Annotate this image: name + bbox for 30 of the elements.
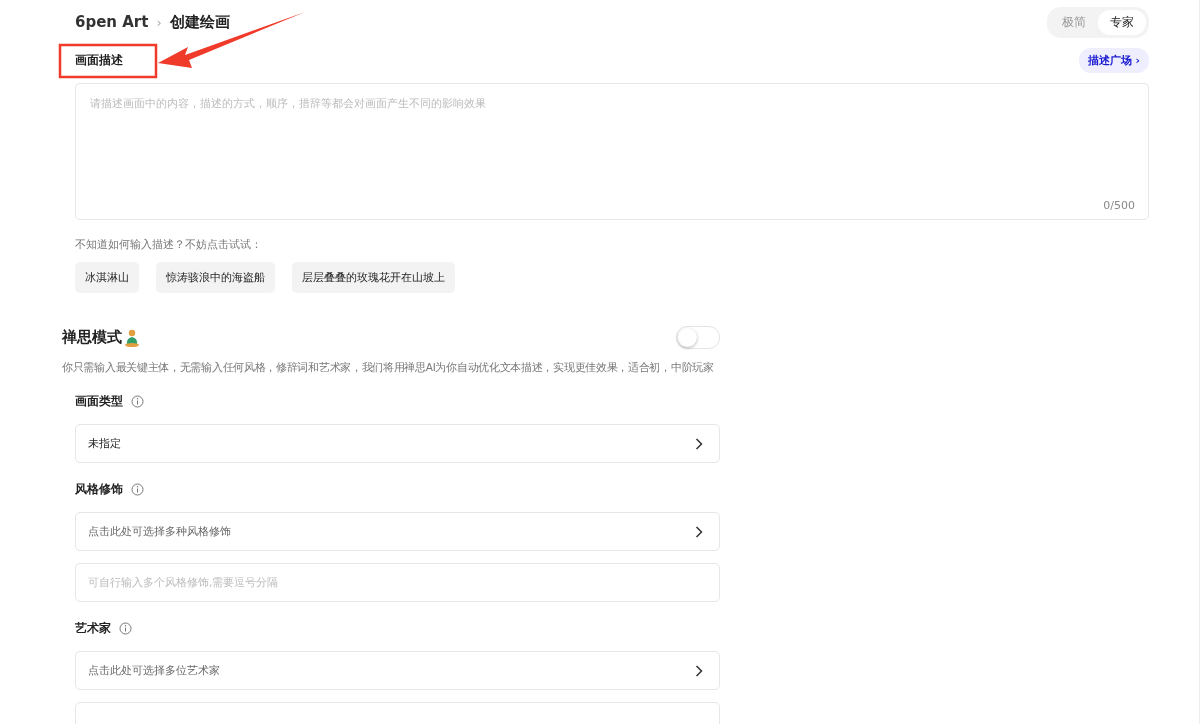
suggestion-chip[interactable]: 冰淇淋山 xyxy=(75,262,139,293)
select-field[interactable]: 点击此处可选择多种风格修饰 xyxy=(75,512,720,551)
breadcrumb-separator: › xyxy=(156,14,162,30)
breadcrumb-link[interactable]: 6pen Art xyxy=(75,13,149,31)
page-title: 创建绘画 xyxy=(169,12,230,32)
toggle-switch[interactable] xyxy=(676,326,720,349)
select-value: 点击此处可选择多种风格修饰 xyxy=(88,524,231,539)
chevron-icon xyxy=(695,525,703,538)
section-label: 画面描述 xyxy=(75,51,123,69)
figure-icon xyxy=(124,328,140,347)
mode-tab[interactable]: 专家 xyxy=(1098,9,1146,35)
chevron-icon xyxy=(695,664,703,677)
hint-text: 不知道如何输入描述？不妨点击试试： xyxy=(75,238,263,252)
select-field[interactable]: 点击此处可选择多位艺术家 xyxy=(75,651,720,690)
select-field[interactable]: 未指定 xyxy=(75,424,720,463)
info-icon[interactable] xyxy=(131,483,144,496)
description-text: 你只需输入最关键主体，无需输入任何风格，修辞词和艺术家，我们将用禅思AI为你自动优化文本描述，实现更佳效果，适合初，中阶玩家 xyxy=(62,361,715,375)
select-value: 未指定 xyxy=(88,436,121,451)
section-label: 艺术家 xyxy=(75,620,111,637)
suggestion-chip[interactable]: 层层叠叠的玫瑰花开在山坡上 xyxy=(292,262,455,293)
character-counter: 0/500 xyxy=(1103,199,1135,212)
suggestion-chip[interactable]: 惊涛骇浪中的海盗船 xyxy=(156,262,275,293)
section-label: 风格修饰 xyxy=(75,481,123,498)
info-icon[interactable] xyxy=(119,622,132,635)
select-value: 点击此处可选择多位艺术家 xyxy=(88,663,220,678)
gallery-link[interactable]: 描述广场 › xyxy=(1078,47,1149,73)
section-title: 禅思模式 xyxy=(62,328,122,347)
info-icon[interactable] xyxy=(131,395,144,408)
chevron-icon xyxy=(695,437,703,450)
section-label: 画面类型 xyxy=(75,393,123,410)
